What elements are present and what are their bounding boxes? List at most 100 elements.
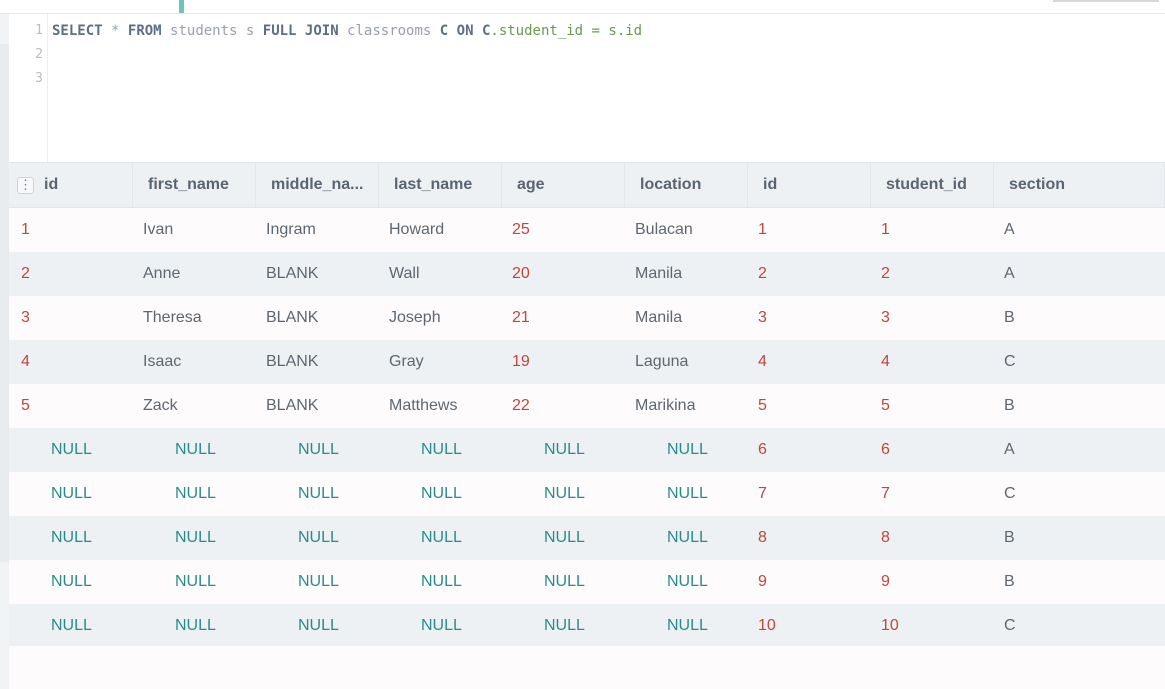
table-cell[interactable]: 2 [871, 252, 994, 296]
null-cell[interactable]: NULL [133, 604, 256, 648]
null-cell[interactable]: NULL [379, 516, 502, 560]
column-header-location[interactable]: location [625, 163, 748, 207]
null-cell[interactable]: NULL [9, 472, 133, 516]
null-cell[interactable]: NULL [9, 516, 133, 560]
table-cell[interactable]: Manila [625, 296, 748, 340]
table-cell[interactable]: 10 [748, 604, 871, 648]
table-cell[interactable]: 6 [748, 428, 871, 472]
table-cell[interactable]: 9 [871, 560, 994, 604]
table-cell[interactable]: 2 [9, 252, 133, 296]
table-cell[interactable]: Joseph [379, 296, 502, 340]
null-cell[interactable]: NULL [133, 560, 256, 604]
table-cell[interactable]: 3 [748, 296, 871, 340]
table-cell[interactable]: B [994, 384, 1165, 428]
column-header-section[interactable]: section [994, 163, 1165, 207]
null-cell[interactable]: NULL [502, 428, 625, 472]
table-row[interactable]: 5 Zack BLANK Matthews 22 Marikina 5 5 B [9, 384, 1165, 428]
null-cell[interactable]: NULL [502, 516, 625, 560]
tab-edge[interactable] [1053, 0, 1159, 2]
column-header-last-name[interactable]: last_name [379, 163, 502, 207]
table-cell[interactable]: Isaac [133, 340, 256, 384]
null-cell[interactable]: NULL [256, 604, 379, 648]
table-cell[interactable]: Ivan [133, 208, 256, 252]
table-cell[interactable]: 4 [9, 340, 133, 384]
null-cell[interactable]: NULL [379, 604, 502, 648]
table-cell[interactable]: Bulacan [625, 208, 748, 252]
table-cell[interactable]: A [994, 252, 1165, 296]
table-row[interactable]: NULL NULL NULL NULL NULL NULL 10 10 C [9, 604, 1165, 648]
null-cell[interactable]: NULL [133, 472, 256, 516]
null-cell[interactable]: NULL [379, 428, 502, 472]
table-cell[interactable]: 7 [748, 472, 871, 516]
table-cell[interactable]: Ingram [256, 208, 379, 252]
column-header-id[interactable]: id [748, 163, 871, 207]
table-cell[interactable]: 2 [748, 252, 871, 296]
null-cell[interactable]: NULL [256, 516, 379, 560]
table-cell[interactable]: B [994, 296, 1165, 340]
table-row[interactable]: 4 Isaac BLANK Gray 19 Laguna 4 4 C [9, 340, 1165, 384]
table-cell[interactable]: 5 [871, 384, 994, 428]
null-cell[interactable]: NULL [256, 560, 379, 604]
table-cell[interactable]: 6 [871, 428, 994, 472]
table-row[interactable]: NULL NULL NULL NULL NULL NULL 9 9 B [9, 560, 1165, 604]
table-cell[interactable]: Marikina [625, 384, 748, 428]
table-cell[interactable]: C [994, 340, 1165, 384]
table-cell[interactable]: 8 [871, 516, 994, 560]
table-cell[interactable]: 20 [502, 252, 625, 296]
null-cell[interactable]: NULL [133, 428, 256, 472]
table-cell[interactable]: 3 [871, 296, 994, 340]
null-cell[interactable]: NULL [379, 472, 502, 516]
table-cell[interactable]: Matthews [379, 384, 502, 428]
sql-editor[interactable]: 1 2 3 SELECT * FROM students s FULL JOIN… [9, 14, 1165, 162]
null-cell[interactable]: NULL [625, 472, 748, 516]
null-cell[interactable]: NULL [625, 560, 748, 604]
null-cell[interactable]: NULL [625, 428, 748, 472]
table-cell[interactable]: A [994, 208, 1165, 252]
table-cell[interactable]: Gray [379, 340, 502, 384]
table-cell[interactable]: BLANK [256, 296, 379, 340]
table-row[interactable]: NULL NULL NULL NULL NULL NULL 7 7 C [9, 472, 1165, 516]
table-cell[interactable]: 25 [502, 208, 625, 252]
table-cell[interactable]: Theresa [133, 296, 256, 340]
table-row[interactable]: 1 Ivan Ingram Howard 25 Bulacan 1 1 A [9, 208, 1165, 252]
null-cell[interactable]: NULL [133, 516, 256, 560]
table-row[interactable]: NULL NULL NULL NULL NULL NULL 6 6 A [9, 428, 1165, 472]
table-cell[interactable]: Wall [379, 252, 502, 296]
null-cell[interactable]: NULL [379, 560, 502, 604]
table-cell[interactable]: 4 [748, 340, 871, 384]
table-cell[interactable]: B [994, 516, 1165, 560]
query-line-1[interactable]: SELECT * FROM students s FULL JOIN class… [52, 19, 642, 43]
table-cell[interactable]: A [994, 428, 1165, 472]
table-cell[interactable]: 1 [871, 208, 994, 252]
table-cell[interactable]: 3 [9, 296, 133, 340]
table-cell[interactable]: 5 [748, 384, 871, 428]
null-cell[interactable]: NULL [625, 516, 748, 560]
table-cell[interactable]: C [994, 604, 1165, 648]
table-cell[interactable]: 22 [502, 384, 625, 428]
table-row[interactable]: NULL NULL NULL NULL NULL NULL 8 8 B [9, 516, 1165, 560]
table-cell[interactable]: 1 [748, 208, 871, 252]
table-cell[interactable]: 4 [871, 340, 994, 384]
table-cell[interactable]: 1 [9, 208, 133, 252]
table-cell[interactable]: 19 [502, 340, 625, 384]
column-header-first-name[interactable]: first_name [133, 163, 256, 207]
table-cell[interactable]: 9 [748, 560, 871, 604]
table-cell[interactable]: 7 [871, 472, 994, 516]
column-header-id[interactable]: id [9, 163, 133, 207]
column-header-student-id[interactable]: student_id [871, 163, 994, 207]
table-cell[interactable]: 21 [502, 296, 625, 340]
null-cell[interactable]: NULL [256, 472, 379, 516]
table-cell[interactable]: BLANK [256, 340, 379, 384]
table-cell[interactable]: BLANK [256, 252, 379, 296]
table-cell[interactable]: B [994, 560, 1165, 604]
table-cell[interactable]: BLANK [256, 384, 379, 428]
table-cell[interactable]: 8 [748, 516, 871, 560]
table-row[interactable]: 3 Theresa BLANK Joseph 21 Manila 3 3 B [9, 296, 1165, 340]
column-header-middle-na-[interactable]: middle_na... [256, 163, 379, 207]
null-cell[interactable]: NULL [9, 428, 133, 472]
table-cell[interactable]: Laguna [625, 340, 748, 384]
table-cell[interactable]: Anne [133, 252, 256, 296]
table-cell[interactable]: 10 [871, 604, 994, 648]
table-cell[interactable]: 5 [9, 384, 133, 428]
table-cell[interactable]: Manila [625, 252, 748, 296]
